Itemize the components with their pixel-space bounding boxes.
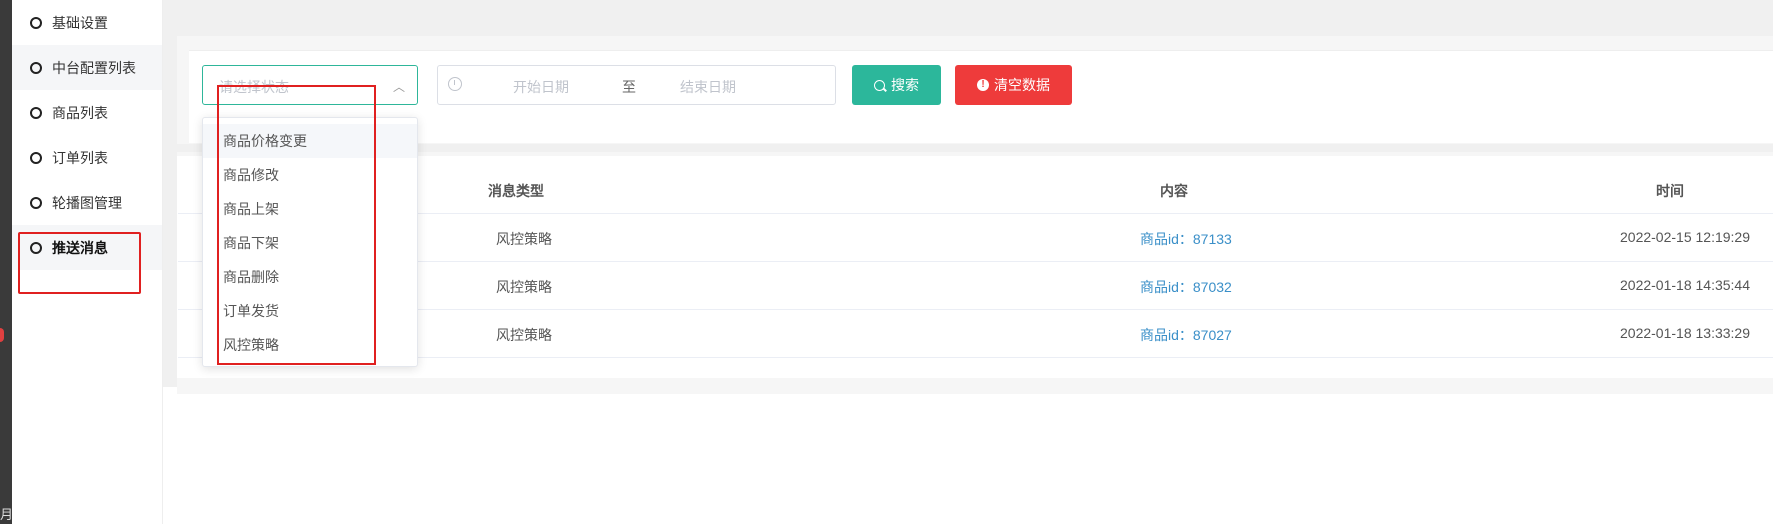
dropdown-option[interactable]: 风控策略	[203, 328, 417, 362]
cell-content-link[interactable]: 商品id：87133	[1140, 229, 1232, 249]
alert-icon: !	[977, 79, 989, 91]
status-select-placeholder: 请选择状态	[219, 79, 289, 95]
cell-content-link[interactable]: 商品id：87032	[1140, 277, 1232, 297]
dropdown-option[interactable]: 商品下架	[203, 226, 417, 260]
search-button-label: 搜索	[891, 77, 919, 93]
search-button[interactable]: 搜索	[852, 65, 941, 105]
circle-icon	[30, 16, 42, 29]
sidebar: 基础设置 中台配置列表 商品列表 订单列表 轮播图管理 推送消息	[12, 0, 163, 524]
dropdown-option[interactable]: 商品上架	[203, 192, 417, 226]
sidebar-item-label: 中台配置列表	[52, 59, 136, 76]
dropdown-option[interactable]: 商品修改	[203, 158, 417, 192]
circle-icon	[30, 151, 42, 164]
cell-content-link[interactable]: 商品id：87027	[1140, 325, 1232, 345]
cell-time: 2022-02-15 12:19:29	[1620, 229, 1750, 245]
date-separator: 至	[622, 79, 636, 95]
cell-time: 2022-01-18 14:35:44	[1620, 277, 1750, 293]
sidebar-item-carousel[interactable]: 轮播图管理	[12, 180, 162, 225]
chevron-up-icon: ︿	[392, 80, 405, 94]
clear-button-label: 清空数据	[994, 77, 1050, 93]
sidebar-item-label: 基础设置	[52, 14, 108, 31]
cell-type: 风控策略	[496, 231, 552, 247]
circle-icon	[30, 196, 42, 209]
circle-icon	[30, 106, 42, 119]
sidebar-item-label: 推送消息	[52, 239, 108, 256]
cell-type: 风控策略	[496, 327, 552, 343]
date-start-input[interactable]: 开始日期	[513, 77, 569, 97]
sidebar-item-push-messages[interactable]: 推送消息	[12, 225, 162, 270]
circle-icon	[30, 61, 42, 74]
clock-icon	[448, 77, 462, 91]
sidebar-item-label: 订单列表	[52, 149, 108, 166]
cell-type: 风控策略	[496, 279, 552, 295]
dropdown-option[interactable]: 商品删除	[203, 260, 417, 294]
left-edge-strip: 月	[0, 0, 14, 524]
column-header-content: 内容	[1160, 183, 1188, 199]
cell-time: 2022-01-18 13:33:29	[1620, 325, 1750, 341]
circle-icon	[30, 241, 42, 254]
dropdown-option[interactable]: 订单发货	[203, 294, 417, 328]
date-end-input[interactable]: 结束日期	[680, 77, 736, 97]
sidebar-item-label: 轮播图管理	[52, 194, 122, 211]
top-band	[163, 0, 1773, 16]
sidebar-item-basic-settings[interactable]: 基础设置	[12, 0, 162, 45]
status-select[interactable]: 请选择状态 ︿	[202, 65, 418, 105]
dropdown-option[interactable]: 商品价格变更	[203, 124, 417, 158]
red-indicator	[0, 328, 4, 342]
search-icon	[874, 79, 885, 91]
sidebar-item-platform-config[interactable]: 中台配置列表	[12, 45, 162, 90]
edge-glyph: 月	[0, 507, 14, 522]
status-dropdown-menu: 商品价格变更 商品修改 商品上架 商品下架 商品删除 订单发货 风控策略	[202, 117, 418, 367]
sidebar-item-product-list[interactable]: 商品列表	[12, 90, 162, 135]
date-range-picker[interactable]: 开始日期 至 结束日期	[437, 65, 836, 105]
sidebar-item-order-list[interactable]: 订单列表	[12, 135, 162, 180]
column-header-type: 消息类型	[488, 183, 544, 199]
sidebar-item-label: 商品列表	[52, 104, 108, 121]
clear-data-button[interactable]: ! 清空数据	[955, 65, 1072, 105]
column-header-time: 时间	[1656, 183, 1684, 199]
